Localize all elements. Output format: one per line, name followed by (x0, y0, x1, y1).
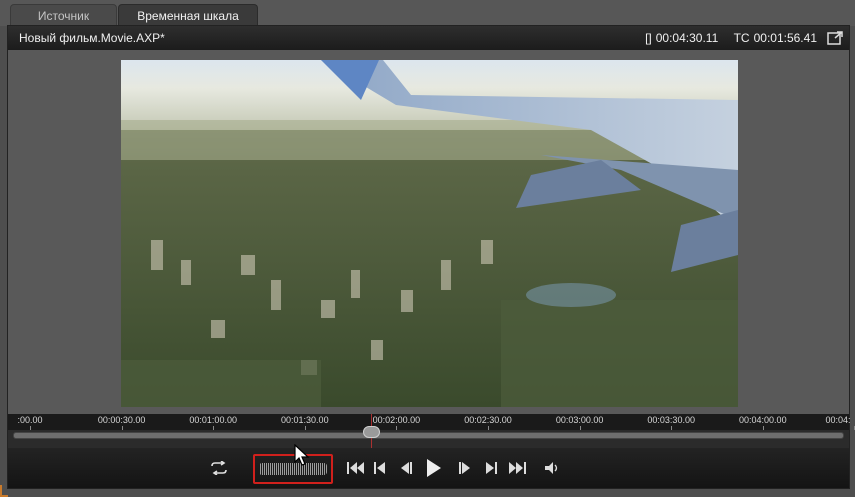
corner-marker (0, 485, 8, 497)
video-viewer (8, 50, 849, 414)
ruler-tick (671, 426, 673, 430)
tc-value: 00:01:56.41 (753, 31, 817, 45)
ruler-tick-label: 00:01:30.00 (281, 415, 329, 425)
project-title: Новый фильм.Movie.AXP* (19, 31, 165, 45)
ruler-tick-label: 00:00:30.00 (97, 415, 146, 425)
transport-controls (8, 448, 849, 488)
duration-label: [] (645, 31, 652, 45)
timeline-ruler[interactable]: :00.00 00:00:30.00 00:01:00.00 00:01:30.00 0… (8, 414, 855, 448)
previous-mark-icon[interactable] (373, 459, 387, 477)
player-titlebar: Новый фильм.Movie.AXP* [] 00:04:30.11 TC 0… (8, 26, 849, 50)
go-to-end-icon[interactable] (508, 459, 526, 477)
ruler-tick-label: 00:03:30.00 (647, 415, 695, 425)
player-panel: Новый фильм.Movie.AXP* [] 00:04:30.11 TC 0… (7, 25, 855, 489)
ruler-tick-label: 00:04: (825, 415, 851, 425)
tab-source[interactable]: Источник (10, 4, 117, 26)
time-ruler: :00.00 00:00:30.00 00:01:00.00 00:01:30.00 0… (8, 414, 855, 430)
ruler-tick (30, 426, 31, 430)
tab-timeline[interactable]: Временная шкала (118, 4, 258, 26)
play-icon[interactable] (426, 457, 442, 479)
playhead-handle[interactable] (363, 426, 380, 438)
ruler-tick-label: :00.00 (17, 415, 43, 425)
ruler-tick (396, 426, 398, 430)
timecode-group: [] 00:04:30.11 TC 00:01:56.41 (639, 26, 817, 50)
video-frame (121, 60, 738, 407)
ruler-tick (304, 426, 306, 430)
ruler-tick (213, 426, 215, 430)
ruler-tick-label: 00:03:00.00 (555, 415, 604, 425)
ruler-tick-label: 00:04:00.00 (739, 415, 787, 425)
ruler-tick-label: 00:02:00.00 (372, 415, 421, 425)
step-back-icon[interactable] (399, 459, 413, 477)
next-mark-icon[interactable] (484, 459, 498, 477)
ruler-tick (121, 426, 123, 430)
loop-icon[interactable] (208, 459, 230, 477)
tc-label: TC (733, 31, 750, 45)
go-to-start-icon[interactable] (347, 459, 365, 477)
expand-icon[interactable] (827, 31, 843, 45)
volume-icon[interactable] (545, 459, 561, 477)
ruler-tick (762, 426, 764, 430)
scrub-track[interactable] (13, 432, 844, 439)
tab-bar: Источник Временная шкала (0, 0, 855, 26)
ruler-tick-label: 00:02:30.00 (464, 415, 512, 425)
duration-value: 00:04:30.11 (655, 31, 719, 45)
step-forward-icon[interactable] (458, 459, 472, 477)
jog-wheel[interactable] (259, 463, 327, 475)
ruler-tick (488, 426, 489, 430)
ruler-tick (579, 426, 581, 430)
mouse-cursor-icon (294, 444, 310, 466)
ruler-tick-label: 00:01:00.00 (189, 415, 237, 425)
jog-shuttle[interactable] (253, 454, 333, 484)
